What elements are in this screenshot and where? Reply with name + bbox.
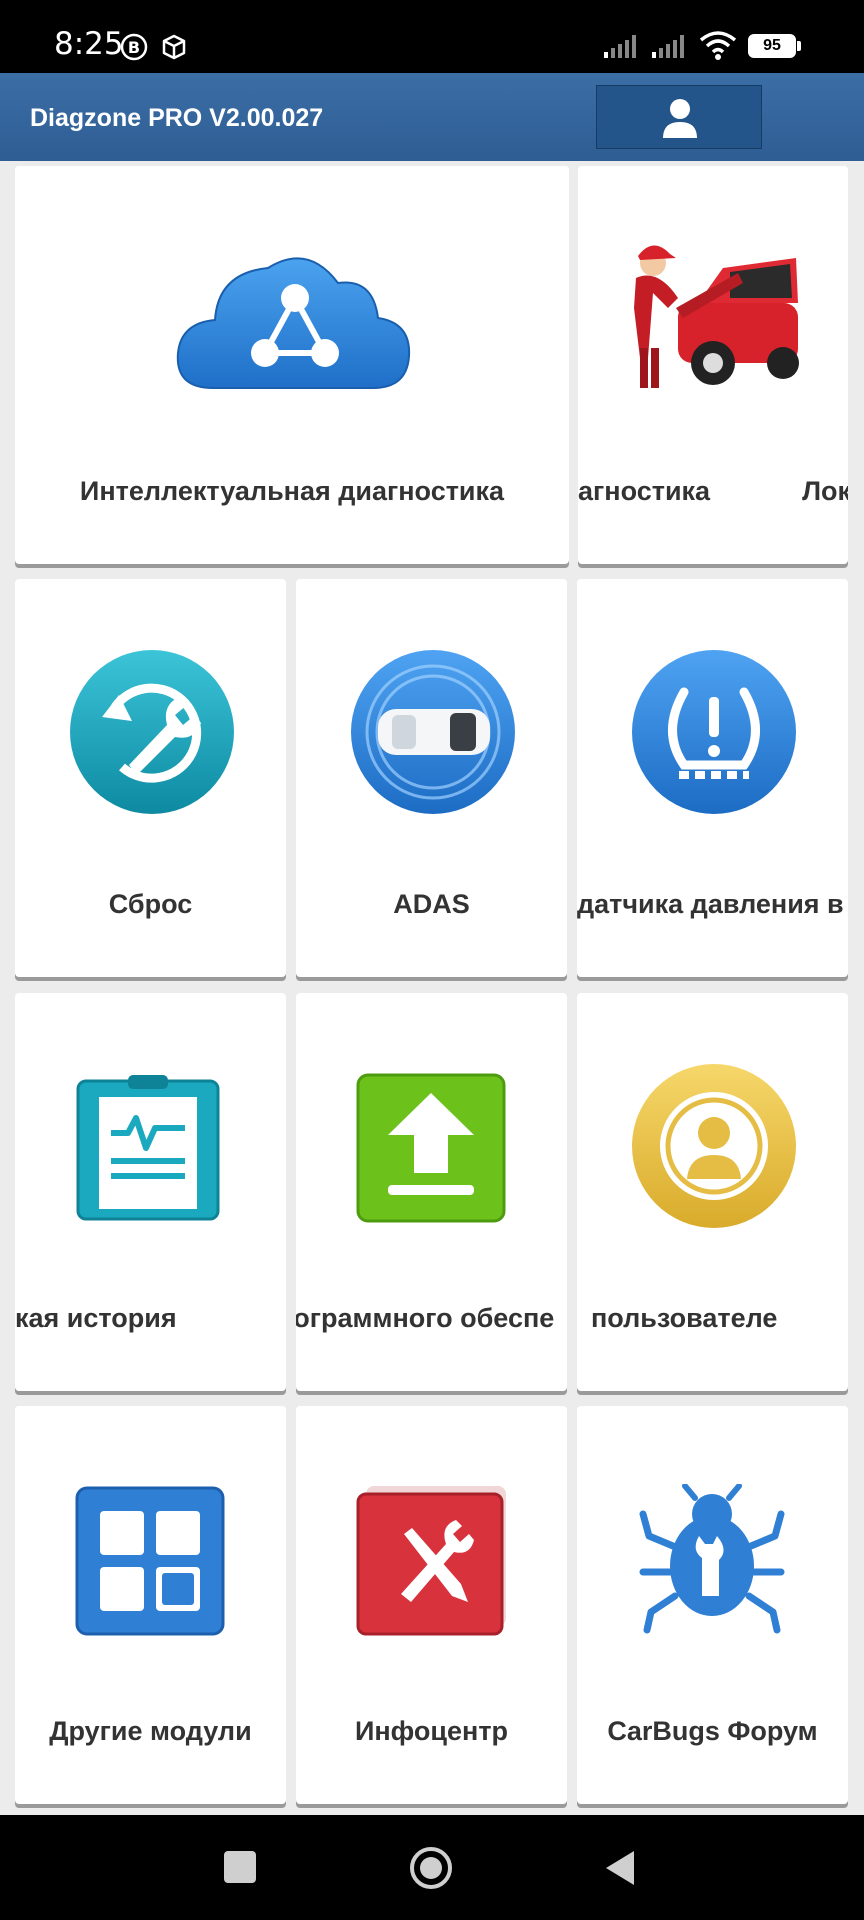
tile-label: Интеллектуальная диагностика (79, 476, 505, 506)
b-badge-icon: B (120, 33, 148, 61)
tile-tpms[interactable]: датчика давления в ш (577, 579, 848, 977)
package-icon (162, 34, 186, 60)
recent-apps-button[interactable] (224, 1851, 256, 1883)
bug-icon (639, 1484, 785, 1634)
clock: 8:25 (54, 26, 124, 62)
system-nav-bar (0, 1815, 864, 1920)
upload-icon (356, 1073, 506, 1223)
signal-icon-2 (652, 35, 684, 58)
battery-level: 95 (763, 37, 781, 54)
tile-other-modules[interactable]: Другие модули (15, 1406, 286, 1804)
tile-label: CarBugs Форум (607, 1716, 818, 1746)
tile-local-diagnostics[interactable]: агностика Лок (578, 166, 848, 564)
tile-carbugs-forum[interactable]: CarBugs Форум (577, 1406, 848, 1804)
repair-book-icon (356, 1486, 506, 1636)
battery-icon: 95 (748, 34, 796, 58)
adas-car-icon (351, 650, 515, 814)
clipboard-history-icon (76, 1075, 220, 1221)
user-profile-icon (632, 1064, 796, 1228)
status-bar: 8:25 B 95 (0, 0, 864, 73)
modules-grid-icon (75, 1486, 225, 1636)
reset-wrench-icon (70, 650, 234, 814)
tile-user-info[interactable]: пользователе (577, 993, 848, 1391)
tile-label: пользователе (591, 1303, 778, 1333)
tire-pressure-icon (632, 650, 796, 814)
user-profile-button[interactable] (596, 85, 762, 149)
tile-adas[interactable]: ADAS (296, 579, 567, 977)
tile-label: Дограммного обеспе (296, 1303, 555, 1333)
tile-label: ADAS (393, 889, 470, 919)
tile-infocenter[interactable]: Инфоцентр (296, 1406, 567, 1804)
mechanic-car-icon (634, 245, 799, 388)
back-button[interactable] (604, 1849, 636, 1887)
tile-smart-diagnostics[interactable]: Интеллектуальная диагностика (15, 166, 569, 564)
tile-label: агностика Лок (578, 476, 848, 506)
tile-label: Другие модули (49, 1716, 252, 1746)
tile-label: датчика давления в ш (577, 889, 848, 919)
signal-icon (604, 35, 636, 58)
battery-tip (797, 41, 801, 51)
tile-label: Сброс (108, 889, 193, 919)
cloud-network-icon (176, 257, 411, 389)
tile-label: Инфоцентр (354, 1716, 509, 1746)
tile-software-update[interactable]: Дограммного обеспе (296, 993, 567, 1391)
user-icon (663, 99, 697, 138)
tile-reset[interactable]: Сброс (15, 579, 286, 977)
wifi-icon (699, 31, 737, 60)
app-bar: Diagzone PRO V2.00.027 (0, 73, 864, 161)
home-button[interactable] (408, 1845, 454, 1891)
tile-label: кая история (15, 1303, 177, 1333)
tile-diagnostic-history[interactable]: кая история (15, 993, 286, 1391)
svg-text:B: B (128, 38, 140, 57)
app-title: Diagzone PRO V2.00.027 (30, 104, 324, 132)
